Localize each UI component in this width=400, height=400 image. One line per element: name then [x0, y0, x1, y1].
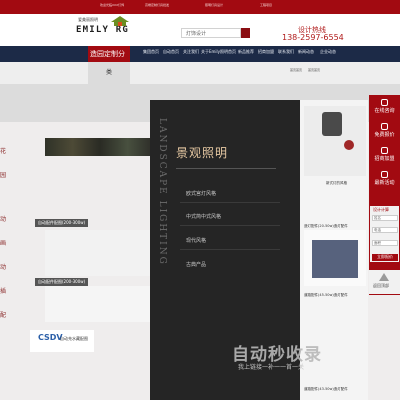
watermark-subtitle: 我上链接一补一一首一关 — [238, 364, 305, 371]
phone-field[interactable]: 电话 — [372, 227, 398, 233]
nav-item[interactable]: 企业动态 — [320, 49, 336, 55]
topbar-item[interactable]: 欢迎光临XXX灯饰 — [100, 3, 124, 7]
arrow-up-icon — [379, 273, 389, 281]
menu-item[interactable]: 古典产品 — [186, 261, 206, 268]
search-placeholder: 灯饰设计 — [186, 31, 207, 37]
title-strip — [0, 62, 400, 84]
divider — [180, 249, 280, 250]
category-letter[interactable]: 动 — [0, 214, 6, 223]
product-caption[interactable]: 新式灯的风格 — [326, 181, 347, 186]
nav-item[interactable]: 新品推荐 — [238, 49, 254, 55]
nav-item[interactable]: 集团首页 — [143, 49, 159, 55]
nav-active-tab[interactable]: 造园定制分 — [88, 46, 130, 62]
logo-subtitle: 爱美丽照明 — [78, 17, 98, 22]
product-image[interactable] — [45, 138, 155, 156]
category-letter[interactable]: 插 — [0, 286, 6, 295]
product-caption[interactable]: 自动配件配图(200-300w) — [35, 278, 89, 286]
menu-item[interactable]: 欧式宫灯风格 — [186, 190, 216, 197]
float-label: 在线咨询 — [374, 108, 395, 114]
name-field[interactable]: 姓名 — [372, 215, 398, 221]
float-label: 招商加盟 — [374, 156, 395, 162]
float-label: 最新活动 — [374, 180, 395, 186]
area-field[interactable]: 面积 — [372, 240, 398, 246]
free-quote-button[interactable]: 免费报价 — [369, 123, 400, 138]
online-chat-button[interactable]: 在线咨询 — [369, 99, 400, 114]
breadcrumb[interactable]: 首页首页 — [290, 68, 302, 72]
handshake-icon — [381, 147, 388, 154]
product-image[interactable] — [45, 286, 155, 322]
float-label: 免费报价 — [374, 132, 395, 138]
lamp-shape — [322, 112, 342, 136]
product-caption[interactable]: 造灯配件(20-50w)造灯配件 — [304, 224, 348, 229]
lamp-accent — [344, 140, 354, 150]
product-shape — [312, 240, 358, 278]
panel-vertical-title: LANDSCAPE LIGHTING — [155, 118, 169, 358]
category-letter[interactable]: 动 — [0, 262, 6, 271]
topbar-item[interactable]: 工程项目 — [260, 3, 272, 7]
topbar-item[interactable]: 高端定制灯具批发 — [145, 3, 169, 7]
main-nav — [0, 46, 400, 62]
product-caption[interactable]: 自动配件配图(200-300w) — [35, 219, 89, 227]
floating-toolbar: 在线咨询 免费报价 招商加盟 最新活动 — [369, 95, 400, 295]
gift-icon — [381, 171, 388, 178]
nav-item[interactable]: 关于Emily照明首页 — [201, 49, 236, 55]
product-caption[interactable]: 道路配件(45-50w)造灯配件 — [304, 293, 348, 298]
nav-active-label: 造园定制分 — [90, 50, 125, 58]
quote-form: 设计计算 姓名 电话 面积 立即报价 — [369, 205, 400, 263]
category-letter[interactable]: 画 — [0, 238, 6, 247]
category-dropdown[interactable]: 类 — [88, 62, 130, 84]
nav-item[interactable]: 招商加盟 — [258, 49, 274, 55]
topbar-item[interactable]: 照明灯具设计 — [205, 3, 223, 7]
product-image[interactable] — [304, 106, 366, 176]
category-letter[interactable]: 花 — [0, 146, 6, 155]
house-icon — [111, 16, 129, 26]
logo-text: EMILY RG — [76, 25, 129, 35]
panel-title: 景观照明 — [176, 146, 229, 160]
quote-icon — [381, 123, 388, 130]
brand-logo: CSDV — [38, 333, 63, 342]
hotline-number: 138-2597-6554 — [282, 33, 344, 42]
search-input[interactable]: 灯饰设计 — [181, 28, 241, 38]
category-letter[interactable]: 园 — [0, 170, 6, 179]
search-button[interactable] — [241, 28, 250, 38]
breadcrumb[interactable]: 首页首页 — [308, 68, 320, 72]
nav-item[interactable]: 自动首页 — [163, 49, 179, 55]
brand-thumbnail[interactable]: CSDV 自动充水藏配图 — [30, 330, 94, 352]
divider — [180, 202, 280, 203]
back-to-top-button[interactable]: 返回顶部 — [369, 270, 400, 294]
category-label: 类 — [106, 69, 113, 76]
panel-vertical-text: LANDSCAPE LIGHTING — [157, 118, 167, 266]
nav-item[interactable]: 关注我们 — [183, 49, 199, 55]
form-title: 设计计算 — [373, 207, 389, 212]
chat-icon — [381, 99, 388, 106]
franchise-button[interactable]: 招商加盟 — [369, 147, 400, 162]
product-image[interactable] — [304, 230, 366, 286]
divider — [176, 168, 276, 169]
category-letter[interactable]: 配 — [0, 310, 6, 319]
product-image[interactable] — [45, 230, 155, 276]
activity-button[interactable]: 最新活动 — [369, 171, 400, 186]
product-caption[interactable]: 道路配件(43-50w)造灯配件 — [304, 387, 348, 392]
submit-button[interactable]: 立即报价 — [372, 254, 398, 261]
menu-item[interactable]: 现代风格 — [186, 237, 206, 244]
divider — [180, 225, 280, 226]
menu-item[interactable]: 中式简中式风格 — [186, 213, 221, 220]
top-bar: 欢迎光临XXX灯饰 高端定制灯具批发 照明灯具设计 工程项目 — [0, 0, 400, 14]
nav-item[interactable]: 联系我们 — [278, 49, 294, 55]
logo[interactable]: 爱美丽照明 EMILY RG — [76, 16, 136, 42]
back-to-top-label: 返回顶部 — [373, 283, 389, 288]
brand-caption: 自动充水藏配图 — [60, 336, 88, 341]
nav-item[interactable]: 新闻动态 — [298, 49, 314, 55]
